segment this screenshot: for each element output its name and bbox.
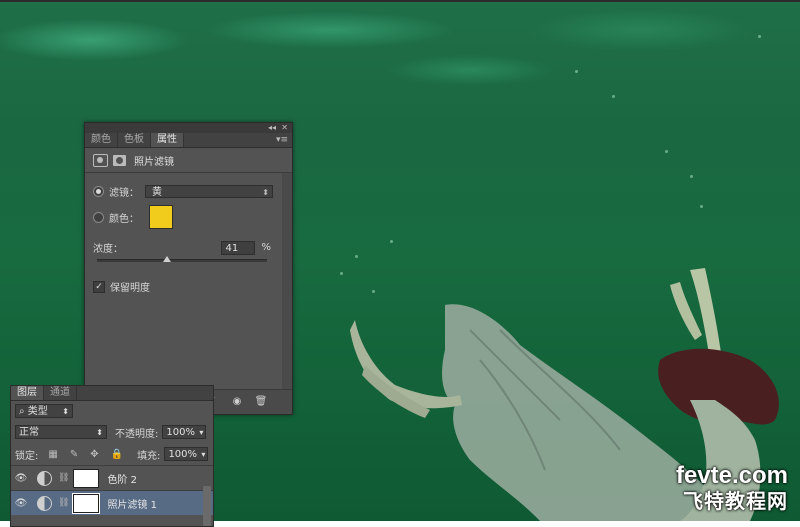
delete-icon[interactable]: 🗑 [253,394,269,410]
close-panel-icon[interactable]: ✕ [281,123,288,133]
chevron-updown-icon: ⬍ [96,428,103,437]
opacity-label: 不透明度: [115,428,159,440]
adjustment-icon[interactable] [93,153,108,167]
layer-name[interactable]: 照片滤镜 1 [107,496,157,511]
properties-body: 滤镜： 黄 ⬍ 颜色： 浓度： 41 % ✓ 保留明度 [85,173,292,403]
search-icon: ⌕ [19,406,28,417]
fill-value: 100% [168,449,198,460]
levels-adjustment-icon [37,470,52,486]
properties-scrollbar[interactable] [282,173,292,403]
chevron-down-icon: ▾ [199,428,204,437]
eye-icon[interactable]: 👁 [11,498,31,509]
watermark: fevte.com 飞特教程网 [675,462,788,513]
filter-kind-value: 类型 [27,406,48,417]
chain-link-icon[interactable]: ⛓ [58,498,69,508]
mask-icon[interactable] [113,154,126,166]
collapse-panel-icon[interactable]: ◂◂ [268,123,276,133]
lock-label: 锁定: [15,450,39,462]
density-row: 浓度： 41 % [93,240,271,255]
lock-pixels-icon[interactable]: ✎ [70,449,78,460]
layer-filter-select[interactable]: ⌕ 类型 ⬍ [15,404,73,418]
chevron-down-icon: ▾ [201,450,206,459]
lock-all-icon[interactable]: 🔒 [111,449,123,460]
color-radio[interactable] [93,211,104,223]
layer-name[interactable]: 色阶 2 [107,471,137,486]
density-slider[interactable] [97,256,267,262]
tab-channels[interactable]: 通道 [44,386,77,400]
layer-mask-thumbnail[interactable] [72,492,101,514]
blend-row: 正常 ⬍ 不透明度: 100% ▾ [11,421,213,443]
adjustment-title: 照片滤镜 [134,156,174,168]
tab-properties[interactable]: 属性 [151,133,184,147]
eye-icon[interactable]: 👁 [11,473,31,484]
filter-label: 滤镜： [109,188,139,199]
filter-select[interactable]: 黄 ⬍ [145,185,273,198]
layers-scrollbar[interactable] [203,486,211,526]
panel-menu-icon[interactable]: ▾≡ [276,133,292,147]
color-row: 颜色： [93,205,173,229]
color-label: 颜色： [109,213,139,225]
tab-swatches[interactable]: 色板 [118,133,151,147]
density-input[interactable]: 41 [221,240,256,255]
color-swatch[interactable] [149,205,173,229]
filter-selected-value: 黄 [152,187,162,198]
lock-position-icon[interactable]: ✥ [90,449,98,460]
fill-label: 填充: [137,450,161,462]
blend-mode-value: 正常 [19,427,39,438]
density-label: 浓度： [93,244,123,255]
layer-mask-thumbnail[interactable] [73,468,100,488]
chain-link-icon[interactable]: ⛓ [58,473,69,483]
density-unit: % [261,242,271,253]
layers-tabs: 图层 通道 [11,386,213,401]
lock-row: 锁定: ▦ ✎ ✥ 🔒 填充: 100% ▾ [11,443,213,465]
properties-panel: ◂◂ ✕ 颜色 色板 属性 ▾≡ 照片滤镜 滤镜： 黄 ⬍ 颜色： 浓度： 41… [84,122,293,415]
lock-transparency-icon[interactable]: ▦ [48,449,57,460]
density-slider-thumb[interactable] [162,256,171,262]
layer-row[interactable]: 👁 ⛓ 色阶 2 [11,465,213,490]
filter-radio[interactable] [93,186,104,197]
watermark-site-name: 飞特教程网 [683,489,788,513]
watermark-domain: fevte.com [675,462,788,489]
panel-chrome: ◂◂ ✕ [85,123,292,133]
opacity-value: 100% [166,427,195,438]
preserve-luminosity-row: ✓ 保留明度 [93,279,150,294]
photo-filter-adjustment-icon [37,495,52,511]
opacity-input[interactable]: 100% ▾ [162,425,207,439]
visibility-icon[interactable]: ◉ [229,394,245,410]
preserve-luminosity-checkbox[interactable]: ✓ [93,280,105,293]
tab-layers[interactable]: 图层 [11,386,44,400]
tab-color[interactable]: 颜色 [85,133,118,147]
chevron-updown-icon: ⬍ [262,188,269,197]
filter-row: 滤镜： 黄 ⬍ [93,184,273,199]
layer-row-selected[interactable]: 👁 ⛓ 照片滤镜 1 [11,490,213,515]
properties-tabs: 颜色 色板 属性 ▾≡ [85,133,292,148]
chevron-updown-icon: ⬍ [62,407,69,416]
fill-input[interactable]: 100% ▾ [164,447,209,461]
blend-mode-select[interactable]: 正常 ⬍ [15,425,107,439]
preserve-luminosity-label: 保留明度 [110,283,150,294]
properties-title-bar: 照片滤镜 [85,148,292,173]
layer-filter-row: ⌕ 类型 ⬍ [11,401,213,421]
layers-panel: 图层 通道 ⌕ 类型 ⬍ 正常 ⬍ 不透明度: 100% ▾ 锁定: ▦ ✎ ✥… [10,385,214,527]
